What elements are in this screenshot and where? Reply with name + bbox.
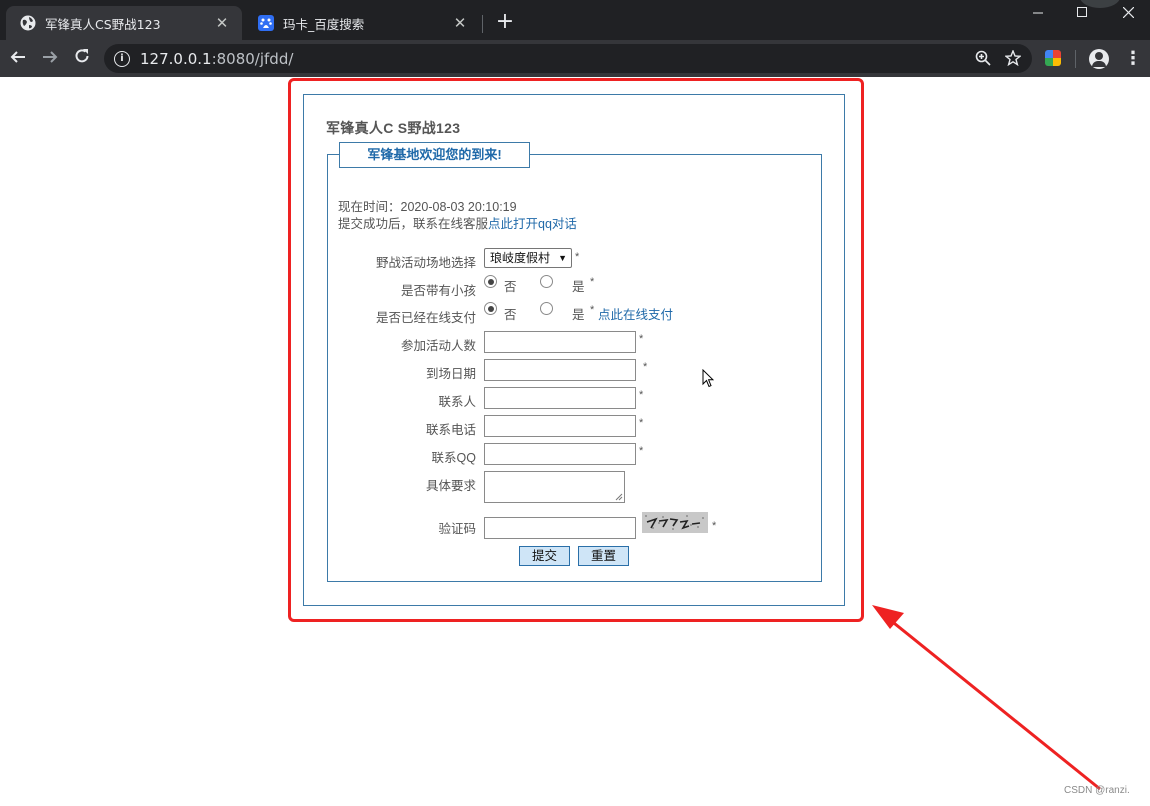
mouse-cursor-icon: [702, 369, 714, 388]
extension-icon[interactable]: [1045, 50, 1061, 66]
info-icon[interactable]: i: [114, 50, 130, 67]
maximize-button[interactable]: [1060, 0, 1104, 26]
tab-strip: 军锋真人CS野战123 ✕ 玛卡_百度搜索 ✕ +: [0, 0, 1150, 40]
zoom-icon[interactable]: [974, 50, 992, 68]
baidu-paw-icon: [258, 15, 274, 31]
watermark: CSDN @ranzi.: [1064, 785, 1130, 796]
annotation-highlight-box: [288, 78, 864, 622]
back-icon: [10, 51, 25, 63]
toolbar-separator: [1075, 50, 1076, 68]
tab-inactive[interactable]: 玛卡_百度搜索 ✕: [244, 6, 480, 40]
minimize-button[interactable]: [1016, 0, 1060, 26]
url-path: :8080/jfdd/: [211, 49, 294, 68]
globe-icon: [20, 15, 36, 31]
url-text[interactable]: 127.0.0.1:8080/jfdd/: [140, 50, 293, 68]
tab-separator: [482, 15, 483, 33]
browser-toolbar: i 127.0.0.1:8080/jfdd/ ⋮: [0, 40, 1150, 77]
forward-icon: [43, 51, 58, 63]
tab-active[interactable]: 军锋真人CS野战123 ✕: [6, 6, 242, 40]
new-tab-button[interactable]: +: [492, 9, 518, 35]
forward-button[interactable]: [37, 45, 63, 71]
profile-icon[interactable]: [1089, 49, 1109, 69]
maximize-icon: [1077, 7, 1087, 17]
tab-title: 玛卡_百度搜索: [283, 16, 365, 32]
window-close-button[interactable]: [1106, 0, 1150, 26]
menu-icon[interactable]: ⋮: [1124, 46, 1142, 72]
close-tab-icon[interactable]: ✕: [214, 15, 230, 31]
url-host: 127.0.0.1: [140, 49, 212, 68]
tab-title: 军锋真人CS野战123: [45, 16, 161, 32]
minimize-icon: [1033, 12, 1043, 14]
close-icon: [1122, 6, 1134, 19]
close-tab-icon[interactable]: ✕: [452, 15, 468, 31]
reload-icon: [75, 49, 89, 63]
back-button[interactable]: [5, 45, 31, 71]
star-icon[interactable]: [1004, 49, 1022, 68]
annotation-arrow-icon: [872, 605, 1101, 791]
address-bar[interactable]: i 127.0.0.1:8080/jfdd/: [104, 44, 1032, 73]
reload-button[interactable]: [69, 45, 95, 71]
